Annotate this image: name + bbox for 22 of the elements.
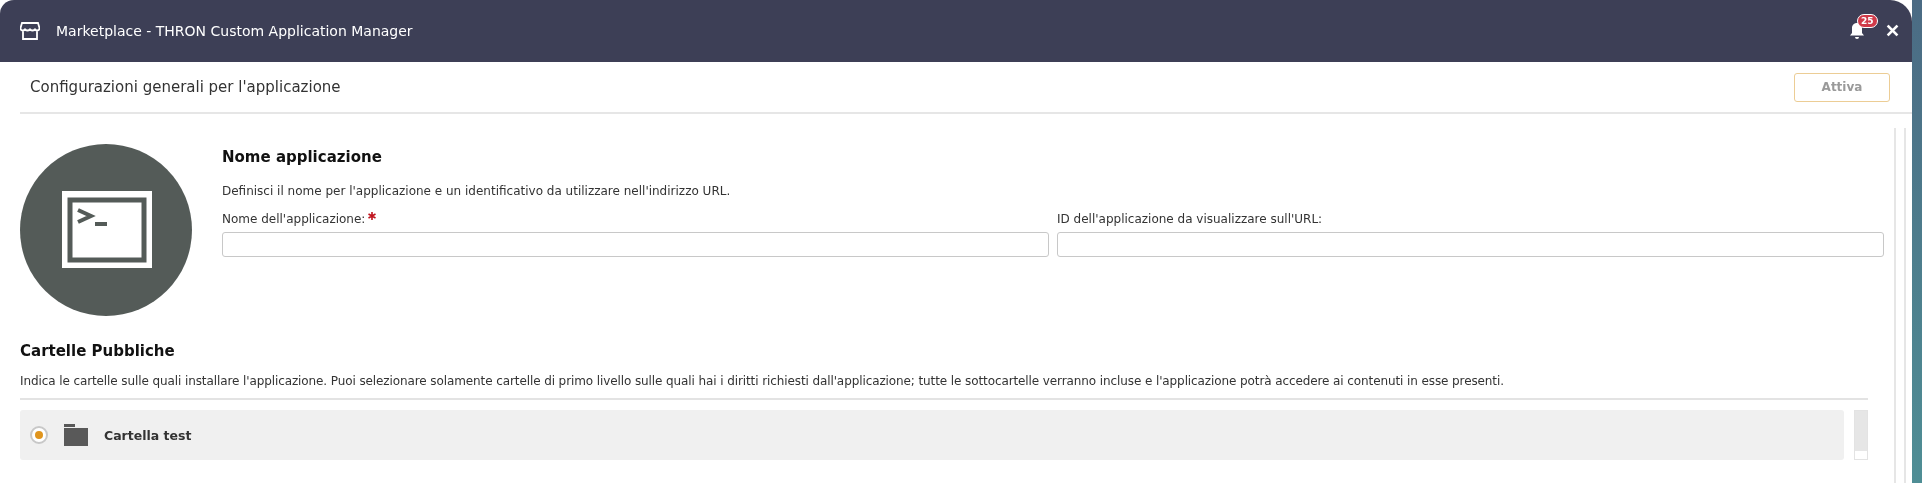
section-description: Indica le cartelle sulle quali installare l'applicazione. Puoi selezionare solamente cartelle di primo livello sulle quali hai i diritti richiesti dall'applicazione; tutte le sottocartelle verranno incluse e l'applicazione potrà accedere ai contenuti in esse presenti. bbox=[20, 374, 1505, 388]
notification-badge: 25 bbox=[1857, 14, 1878, 28]
folder-name: Cartella test bbox=[104, 427, 192, 443]
radio-button[interactable] bbox=[30, 426, 48, 444]
scrollbar[interactable] bbox=[1894, 128, 1906, 483]
field-label: ID dell'applicazione da visualizzare sull'URL: bbox=[1057, 212, 1323, 226]
section-heading: Cartelle Pubbliche bbox=[20, 342, 176, 360]
store-icon bbox=[20, 22, 40, 40]
bell-icon[interactable] bbox=[1849, 22, 1865, 40]
input-field[interactable] bbox=[222, 232, 1049, 257]
terminal-icon bbox=[20, 144, 192, 316]
section-description: Definisci il nome per l'applicazione e un identificativo da utilizzare nell'indirizzo URL. bbox=[222, 184, 732, 198]
required-icon bbox=[368, 212, 377, 220]
folder-icon bbox=[64, 424, 88, 446]
input-field[interactable] bbox=[1057, 232, 1884, 257]
folder-row[interactable]: Cartella test bbox=[20, 410, 1844, 460]
field-label: Nome dell'applicazione: bbox=[222, 212, 366, 226]
scrollbar[interactable] bbox=[1854, 410, 1868, 460]
section-heading: Nome applicazione bbox=[222, 148, 383, 166]
window-title: Marketplace - THRON Custom Application Manager bbox=[56, 23, 413, 39]
close-button[interactable]: ✕ bbox=[1885, 20, 1900, 42]
page-title: Configurazioni generali per l'applicazione bbox=[30, 78, 341, 96]
